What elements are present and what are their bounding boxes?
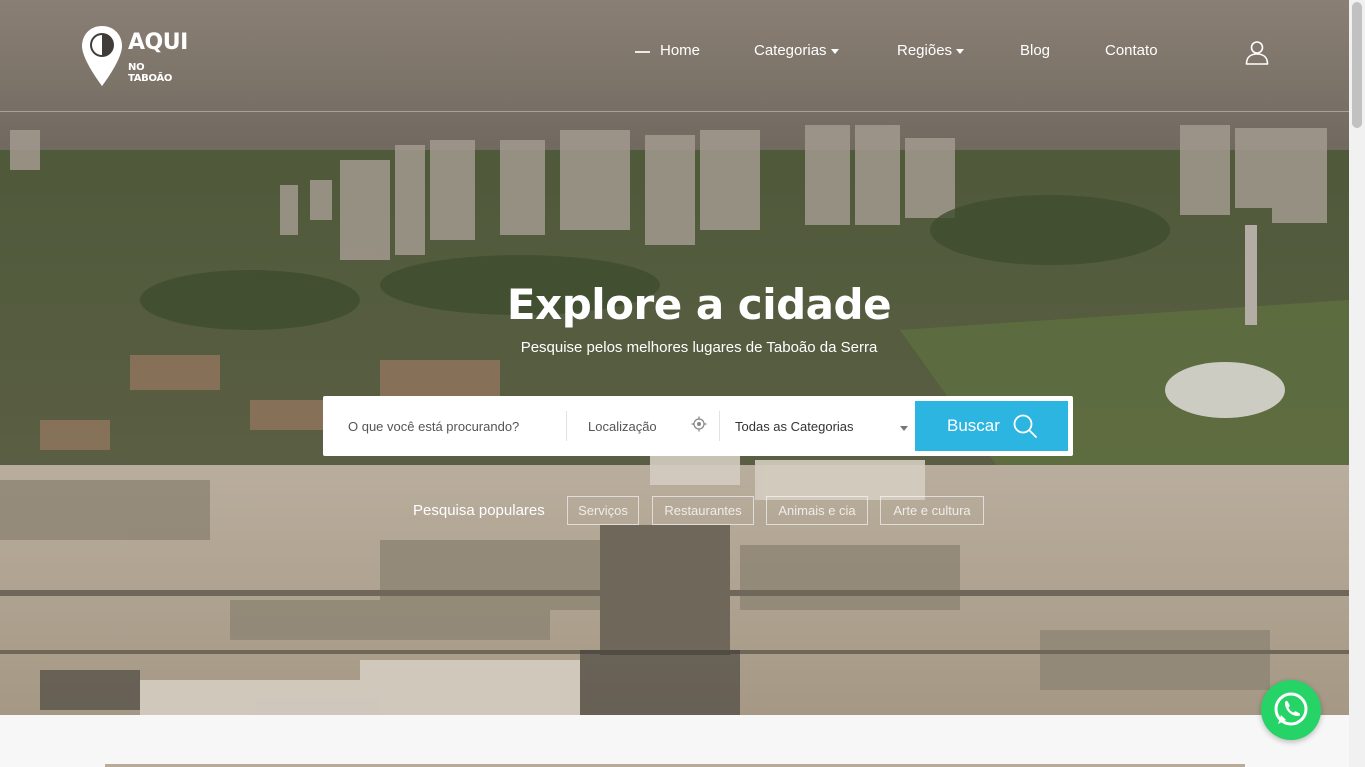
search-button-label: Buscar [947,416,1000,435]
category-select[interactable]: Todas as Categorias [720,402,914,450]
scrollbar-thumb[interactable] [1352,2,1362,128]
page-scrollbar[interactable] [1349,0,1365,767]
whatsapp-button[interactable] [1261,680,1321,740]
user-icon[interactable] [1245,40,1269,65]
nav-categorias-label: Categorias [754,42,827,59]
locate-crosshair-icon[interactable] [691,416,707,432]
search-icon [1013,414,1037,438]
search-form: Todas as Categorias Buscar [323,396,1073,456]
popular-searches-label: Pesquisa populares [413,502,545,519]
active-nav-indicator [635,51,650,53]
nav-regioes[interactable]: Regiões [897,42,965,59]
popular-chip-arte[interactable]: Arte e cultura [880,496,984,525]
content-section [0,715,1349,767]
logo-subtitle: NO TABOÃO [128,62,173,84]
search-divider [566,411,567,441]
nav-categorias[interactable]: Categorias [754,42,839,59]
whatsapp-icon [1274,692,1308,726]
site-logo[interactable]: AQUI NO TABOÃO [80,24,188,88]
search-what-input[interactable] [333,402,567,450]
popular-chip-animais[interactable]: Animais e cia [766,496,868,525]
search-button[interactable]: Buscar [915,401,1068,451]
site-header: AQUI NO TABOÃO Home Categorias Regiões B… [0,0,1349,112]
location-input[interactable] [573,402,693,450]
hero-title: Explore a cidade [506,280,892,329]
nav-home[interactable]: Home [660,42,700,59]
nav-contato[interactable]: Contato [1105,42,1158,59]
logo-title: AQUI [128,30,188,55]
nav-regioes-label: Regiões [897,42,953,59]
map-pin-logo-icon [82,26,122,86]
nav-blog[interactable]: Blog [1020,42,1050,59]
category-select-value: Todas as Categorias [735,419,854,434]
chevron-down-icon [900,426,908,431]
popular-chip-servicos[interactable]: Serviços [567,496,639,525]
chevron-down-icon [830,48,839,54]
popular-chip-restaurantes[interactable]: Restaurantes [652,496,754,525]
hero-subtitle: Pesquise pelos melhores lugares de Taboã… [520,339,878,356]
chevron-down-icon [956,48,965,54]
